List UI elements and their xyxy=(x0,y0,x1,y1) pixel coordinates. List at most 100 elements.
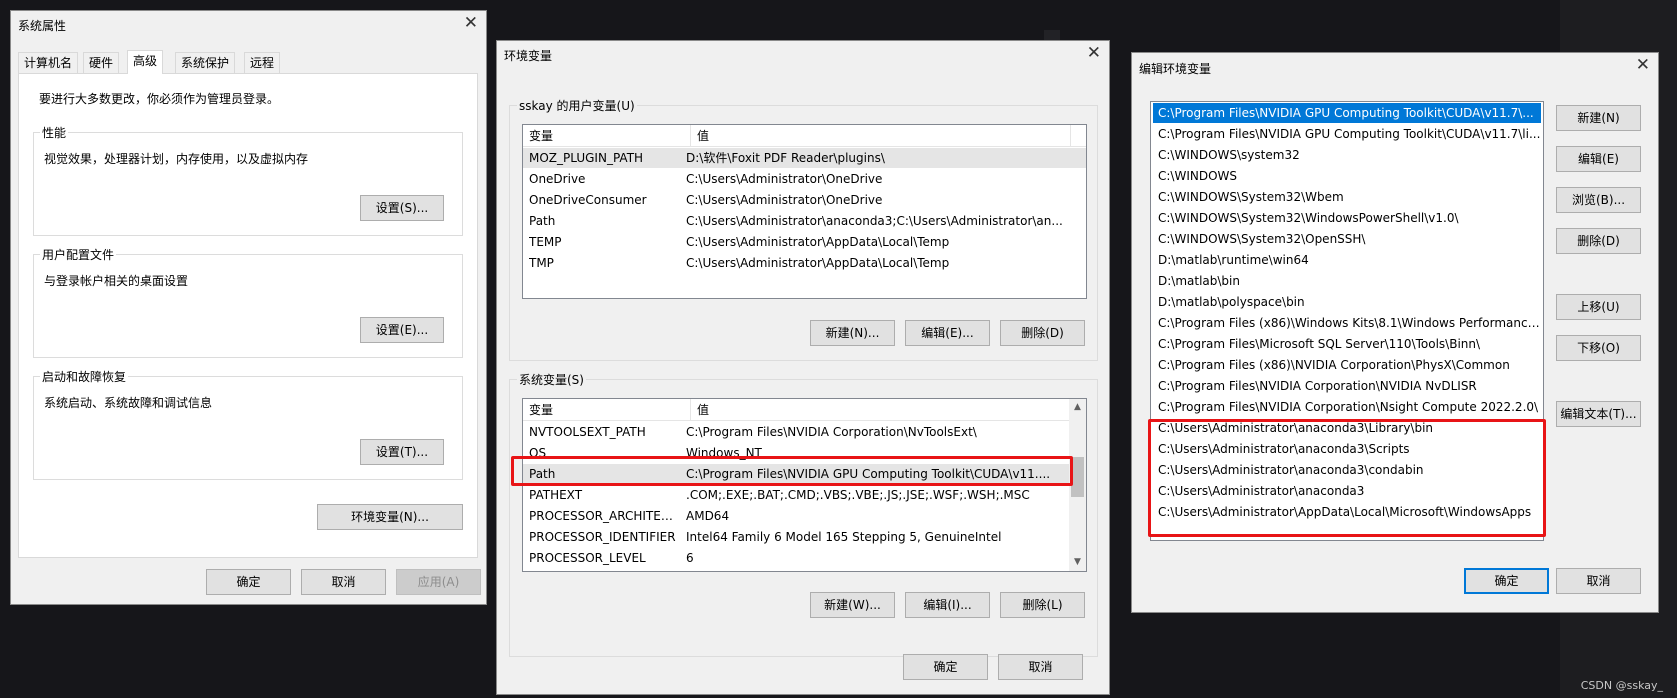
variable-value: D:\软件\Foxit PDF Reader\plugins\ xyxy=(686,151,885,165)
list-item[interactable]: TEMP C:\Users\Administrator\AppData\Local… xyxy=(523,232,1086,252)
list-item[interactable]: PROCESSOR_ARCHITECT... AMD64 xyxy=(523,506,1069,526)
path-entry[interactable]: D:\matlab\runtime\win64 xyxy=(1153,250,1541,270)
system-properties-dialog: 系统属性 ✕ 计算机名 硬件 高级 系统保护 远程 要进行大多数更改，你必须作为… xyxy=(10,10,487,605)
path-entry[interactable]: C:\Program Files\NVIDIA GPU Computing To… xyxy=(1153,124,1541,144)
browse-button[interactable]: 浏览(B)... xyxy=(1556,187,1641,213)
list-item[interactable]: PROCESSOR_IDENTIFIER Intel64 Family 6 Mod… xyxy=(523,527,1069,547)
list-item[interactable]: MOZ_PLUGIN_PATH D:\软件\Foxit PDF Reader\pl… xyxy=(523,148,1086,168)
path-entry[interactable]: C:\Program Files\NVIDIA GPU Computing To… xyxy=(1153,103,1541,123)
list-item[interactable]: PATHEXT .COM;.EXE;.BAT;.CMD;.VBS;.VBE;.JS… xyxy=(523,485,1069,505)
user-new-button[interactable]: 新建(N)... xyxy=(810,320,895,346)
apply-button[interactable]: 应用(A) xyxy=(396,569,481,595)
user-variables-list[interactable]: 变量 值 MOZ_PLUGIN_PATH D:\软件\Foxit PDF Read… xyxy=(522,124,1087,299)
tab-computer-name[interactable]: 计算机名 xyxy=(18,52,79,73)
list-item[interactable]: Path C:\Users\Administrator\anaconda3;C:\… xyxy=(523,211,1086,231)
variable-name: TMP xyxy=(529,256,554,270)
watermark: CSDN @sskay_ xyxy=(1580,679,1663,692)
tab-advanced[interactable]: 高级 xyxy=(127,50,164,74)
variable-name: PROCESSOR_IDENTIFIER xyxy=(529,530,676,544)
user-delete-button[interactable]: 删除(D) xyxy=(1000,320,1085,346)
list-item[interactable]: OneDrive C:\Users\Administrator\OneDrive xyxy=(523,169,1086,189)
close-icon[interactable]: ✕ xyxy=(1636,55,1650,75)
scroll-thumb[interactable] xyxy=(1071,457,1084,497)
variable-value: AMD64 xyxy=(686,509,730,523)
path-entry[interactable]: C:\Program Files\NVIDIA Corporation\Nsig… xyxy=(1153,397,1541,417)
system-new-button[interactable]: 新建(W)... xyxy=(810,592,895,618)
tab-system-protection[interactable]: 系统保护 xyxy=(175,52,236,73)
cancel-button[interactable]: 取消 xyxy=(301,569,386,595)
path-entry[interactable]: C:\Users\Administrator\anaconda3\Scripts xyxy=(1153,439,1541,459)
scroll-down-icon[interactable]: ▼ xyxy=(1069,554,1086,571)
list-item[interactable]: Path C:\Program Files\NVIDIA GPU Computin… xyxy=(523,464,1069,484)
tab-hardware[interactable]: 硬件 xyxy=(83,52,120,73)
move-down-button[interactable]: 下移(O) xyxy=(1556,335,1641,361)
user-variables-group: sskay 的用户变量(U) 变量 值 MOZ_PLUGIN_PATH D:\软件… xyxy=(509,97,1098,361)
list-item[interactable]: PROCESSOR_LEVEL 6 xyxy=(523,548,1069,568)
delete-button[interactable]: 删除(D) xyxy=(1556,228,1641,254)
column-variable[interactable]: 变量 xyxy=(523,399,691,421)
path-entry[interactable]: C:\Program Files (x86)\NVIDIA Corporatio… xyxy=(1153,355,1541,375)
admin-note: 要进行大多数更改，你必须作为管理员登录。 xyxy=(39,92,280,106)
path-entry[interactable]: C:\Users\Administrator\AppData\Local\Mic… xyxy=(1153,502,1541,522)
system-variables-list[interactable]: 变量 值 NVTOOLSEXT_PATH C:\Program Files\NVI… xyxy=(522,398,1087,572)
move-up-button[interactable]: 上移(U) xyxy=(1556,294,1641,320)
list-item[interactable]: TMP C:\Users\Administrator\AppData\Local\… xyxy=(523,253,1086,273)
group-desc: 与登录帐户相关的桌面设置 xyxy=(44,274,189,288)
cancel-button[interactable]: 取消 xyxy=(998,654,1083,680)
performance-settings-button[interactable]: 设置(S)... xyxy=(360,195,444,221)
advanced-tab-panel: 要进行大多数更改，你必须作为管理员登录。 性能 视觉效果，处理器计划，内存使用，… xyxy=(18,73,478,558)
vertical-scrollbar[interactable]: ▲ ▼ xyxy=(1069,399,1086,571)
ok-button[interactable]: 确定 xyxy=(206,569,291,595)
new-button[interactable]: 新建(N) xyxy=(1556,105,1641,131)
path-entry[interactable]: C:\WINDOWS\System32\Wbem xyxy=(1153,187,1541,207)
group-desc: 系统启动、系统故障和调试信息 xyxy=(44,396,213,410)
dialog-title: 环境变量 xyxy=(504,49,553,63)
ok-button[interactable]: 确定 xyxy=(1464,568,1549,594)
column-variable[interactable]: 变量 xyxy=(523,125,691,147)
user-edit-button[interactable]: 编辑(E)... xyxy=(905,320,990,346)
group-title: 用户配置文件 xyxy=(40,246,117,263)
path-entry[interactable]: C:\Program Files (x86)\Windows Kits\8.1\… xyxy=(1153,313,1541,333)
user-profiles-group: 用户配置文件 与登录帐户相关的桌面设置 设置(E)... xyxy=(33,246,463,358)
path-entry[interactable]: D:\matlab\bin xyxy=(1153,271,1541,291)
path-entry[interactable]: C:\WINDOWS\System32\WindowsPowerShell\v1… xyxy=(1153,208,1541,228)
variable-value: C:\Program Files\NVIDIA Corporation\NvTo… xyxy=(686,425,977,439)
close-icon[interactable]: ✕ xyxy=(464,13,478,33)
path-entry[interactable]: C:\WINDOWS\system32 xyxy=(1153,145,1541,165)
path-entry[interactable]: D:\matlab\polyspace\bin xyxy=(1153,292,1541,312)
path-entry[interactable]: C:\Users\Administrator\anaconda3\Library… xyxy=(1153,418,1541,438)
variable-value: 6 xyxy=(686,551,694,565)
ok-button[interactable]: 确定 xyxy=(903,654,988,680)
cancel-button[interactable]: 取消 xyxy=(1556,568,1641,594)
path-entry[interactable]: C:\WINDOWS xyxy=(1153,166,1541,186)
dialog-title: 系统属性 xyxy=(18,19,67,33)
column-value[interactable]: 值 xyxy=(691,125,1071,147)
variable-name: MOZ_PLUGIN_PATH xyxy=(529,151,644,165)
path-entry[interactable]: C:\WINDOWS\System32\OpenSSH\ xyxy=(1153,229,1541,249)
variable-value: C:\Program Files\NVIDIA GPU Computing To… xyxy=(686,467,1051,481)
variable-value: Intel64 Family 6 Model 165 Stepping 5, G… xyxy=(686,530,1002,544)
column-value[interactable]: 值 xyxy=(691,399,1071,421)
variable-value: .COM;.EXE;.BAT;.CMD;.VBS;.VBE;.JS;.JSE;.… xyxy=(686,488,1030,502)
user-profiles-settings-button[interactable]: 设置(E)... xyxy=(360,317,444,343)
group-desc: 视觉效果，处理器计划，内存使用，以及虚拟内存 xyxy=(44,152,309,166)
path-entry[interactable]: C:\Program Files\Microsoft SQL Server\11… xyxy=(1153,334,1541,354)
path-entry[interactable]: C:\Program Files\NVIDIA Corporation\NVID… xyxy=(1153,376,1541,396)
variable-name: PROCESSOR_LEVEL xyxy=(529,551,646,565)
performance-group: 性能 视觉效果，处理器计划，内存使用，以及虚拟内存 设置(S)... xyxy=(33,124,463,236)
environment-variables-button[interactable]: 环境变量(N)... xyxy=(317,504,463,530)
startup-recovery-settings-button[interactable]: 设置(T)... xyxy=(360,439,444,465)
system-delete-button[interactable]: 删除(L) xyxy=(1000,592,1085,618)
list-item[interactable]: OS Windows_NT xyxy=(523,443,1069,463)
list-item[interactable]: NVTOOLSEXT_PATH C:\Program Files\NVIDIA C… xyxy=(523,422,1069,442)
edit-button[interactable]: 编辑(E) xyxy=(1556,146,1641,172)
close-icon[interactable]: ✕ xyxy=(1087,43,1101,63)
edit-text-button[interactable]: 编辑文本(T)... xyxy=(1556,401,1641,427)
path-entry[interactable]: C:\Users\Administrator\anaconda3 xyxy=(1153,481,1541,501)
scroll-up-icon[interactable]: ▲ xyxy=(1069,399,1086,416)
list-item[interactable]: OneDriveConsumer C:\Users\Administrator\O… xyxy=(523,190,1086,210)
path-entries-list[interactable]: C:\Program Files\NVIDIA GPU Computing To… xyxy=(1150,101,1544,541)
tab-remote[interactable]: 远程 xyxy=(244,52,281,73)
path-entry[interactable]: C:\Users\Administrator\anaconda3\condabi… xyxy=(1153,460,1541,480)
system-edit-button[interactable]: 编辑(I)... xyxy=(905,592,990,618)
